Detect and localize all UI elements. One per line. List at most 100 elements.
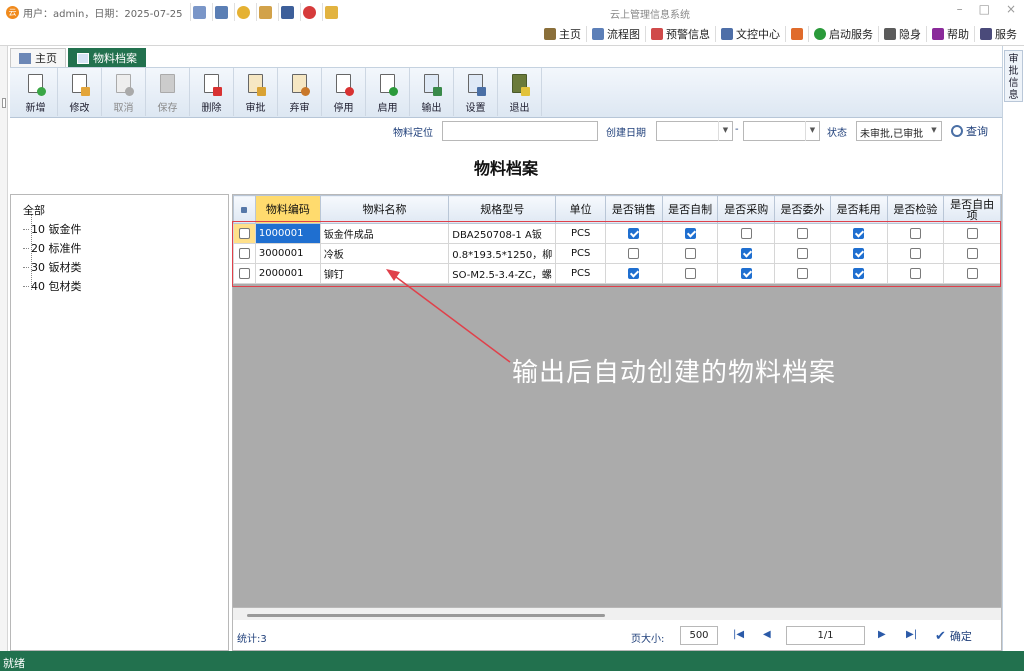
- flag-checkbox[interactable]: [740, 247, 752, 259]
- cell-flag[interactable]: [774, 223, 831, 244]
- left-collapse-strip[interactable]: [0, 46, 8, 651]
- flag-checkbox[interactable]: [796, 247, 808, 259]
- disable-button[interactable]: 停用: [322, 68, 366, 116]
- cell-flag[interactable]: [605, 223, 663, 244]
- cell-name[interactable]: 钣金件成品: [319, 223, 450, 244]
- flag-checkbox[interactable]: [796, 227, 808, 239]
- flag-checkbox[interactable]: [966, 247, 978, 259]
- col-header-self-made[interactable]: 是否自制: [661, 195, 719, 224]
- tree-node-standard-parts[interactable]: 20 标准件: [23, 239, 228, 258]
- cell-flag[interactable]: [605, 243, 663, 264]
- cell-spec[interactable]: DBA250708-1 A钣: [448, 223, 557, 244]
- cell-flag[interactable]: [717, 223, 776, 244]
- flag-checkbox[interactable]: [684, 247, 696, 259]
- col-header-sale[interactable]: 是否销售: [605, 195, 663, 224]
- approval-info-side-tab[interactable]: 审批信息: [1004, 50, 1023, 102]
- col-header-spec[interactable]: 规格型号: [448, 195, 557, 224]
- material-locate-input[interactable]: [442, 121, 598, 141]
- flag-checkbox[interactable]: [909, 227, 921, 239]
- date-from-field[interactable]: ▼: [656, 121, 733, 141]
- row-checkbox[interactable]: [238, 247, 250, 259]
- close-button[interactable]: ×: [1006, 2, 1016, 16]
- cell-name[interactable]: 冷板: [319, 243, 450, 264]
- cell-flag[interactable]: [829, 263, 888, 284]
- scrollbar-thumb[interactable]: [247, 614, 605, 617]
- approve-button[interactable]: 审批: [234, 68, 278, 116]
- close-circle-icon[interactable]: [300, 3, 318, 21]
- cell-unit[interactable]: PCS: [555, 223, 607, 244]
- cell-flag[interactable]: [829, 243, 888, 264]
- flag-checkbox[interactable]: [966, 227, 978, 239]
- cell-flag[interactable]: [774, 243, 831, 264]
- row-checkbox[interactable]: [238, 267, 250, 279]
- status-select[interactable]: 未审批,已审批 ▼: [856, 121, 942, 141]
- page-size-input[interactable]: 500: [680, 626, 718, 645]
- confirm-button[interactable]: ✔ 确定: [935, 628, 972, 644]
- unapprove-button[interactable]: 弃审: [278, 68, 322, 116]
- chevron-down-icon[interactable]: ▼: [805, 121, 819, 141]
- col-header-inspect[interactable]: 是否检验: [886, 195, 945, 224]
- cell-unit[interactable]: PCS: [555, 243, 607, 264]
- tree-node-sheet-material[interactable]: 30 钣材类: [23, 258, 228, 277]
- cell-flag[interactable]: [774, 263, 831, 284]
- cell-code[interactable]: 3000001: [254, 243, 321, 264]
- cell-name[interactable]: 铆钉: [319, 263, 450, 284]
- flag-checkbox[interactable]: [628, 267, 640, 279]
- row-select-cell[interactable]: [233, 263, 256, 284]
- first-page-icon[interactable]: |◀: [733, 629, 744, 640]
- tab-material-archive[interactable]: 物料档案: [68, 48, 146, 67]
- chevron-down-icon[interactable]: ▼: [718, 121, 732, 141]
- edit-button[interactable]: 修改: [58, 68, 102, 116]
- flag-checkbox[interactable]: [740, 267, 752, 279]
- delete-button[interactable]: 删除: [190, 68, 234, 116]
- col-header-outsource[interactable]: 是否委外: [774, 195, 831, 224]
- exit-button[interactable]: 退出: [498, 68, 542, 116]
- menu-alerts[interactable]: 预警信息: [645, 26, 715, 42]
- user-search-icon[interactable]: [190, 3, 208, 21]
- flag-checkbox[interactable]: [909, 247, 921, 259]
- minimize-button[interactable]: –: [957, 2, 963, 16]
- menu-invisible[interactable]: 隐身: [878, 26, 926, 42]
- tree-node-sheet-metal[interactable]: 10 钣金件: [23, 220, 228, 239]
- col-header-name[interactable]: 物料名称: [319, 195, 450, 224]
- calendar-icon[interactable]: [278, 3, 296, 21]
- tree-node-root[interactable]: 全部: [23, 201, 228, 220]
- flag-checkbox[interactable]: [684, 227, 696, 239]
- exit-door-icon[interactable]: [322, 3, 340, 21]
- col-header-consume[interactable]: 是否耗用: [829, 195, 888, 224]
- cell-unit[interactable]: PCS: [555, 263, 607, 284]
- tree-node-packaging[interactable]: 40 包材类: [23, 277, 228, 296]
- cell-flag[interactable]: [605, 263, 663, 284]
- menu-start-service[interactable]: 启动服务: [808, 26, 878, 42]
- col-header-purchase[interactable]: 是否采购: [717, 195, 776, 224]
- cell-flag[interactable]: [943, 243, 1001, 264]
- enable-button[interactable]: 启用: [366, 68, 410, 116]
- menu-service[interactable]: 服务: [974, 26, 1022, 42]
- row-select-cell[interactable]: [233, 223, 256, 244]
- key-icon[interactable]: [234, 3, 252, 21]
- cell-code[interactable]: 1000001: [254, 223, 321, 244]
- table-row[interactable]: 2000001 铆钉 SO-M2.5-3.4-ZC，螺 PCS: [233, 263, 1001, 284]
- flag-checkbox[interactable]: [684, 267, 696, 279]
- cell-flag[interactable]: [717, 243, 776, 264]
- horizontal-scrollbar[interactable]: [232, 608, 1002, 620]
- col-header-free-item[interactable]: 是否自由项: [943, 195, 1001, 224]
- export-button[interactable]: 输出: [410, 68, 454, 116]
- cell-flag[interactable]: [661, 263, 719, 284]
- row-checkbox[interactable]: [238, 227, 250, 239]
- table-row[interactable]: 3000001 冷板 0.8*193.5*1250，柳 PCS: [233, 243, 1001, 264]
- cancel-button[interactable]: 取消: [102, 68, 146, 116]
- cell-flag[interactable]: [661, 243, 719, 264]
- lock-column-header[interactable]: [233, 195, 256, 224]
- cell-spec[interactable]: 0.8*193.5*1250，柳: [448, 243, 557, 264]
- save-button[interactable]: 保存: [146, 68, 190, 116]
- col-header-code[interactable]: 物料编码: [254, 195, 321, 224]
- row-select-cell[interactable]: [233, 243, 256, 264]
- query-button[interactable]: 查询: [951, 123, 988, 139]
- prev-page-icon[interactable]: ◀: [763, 629, 771, 640]
- cell-spec[interactable]: SO-M2.5-3.4-ZC，螺: [448, 263, 557, 284]
- menu-flowchart[interactable]: 流程图: [586, 26, 645, 42]
- last-page-icon[interactable]: ▶|: [906, 629, 917, 640]
- menu-help[interactable]: 帮助: [926, 26, 974, 42]
- tab-home[interactable]: 主页: [10, 48, 66, 67]
